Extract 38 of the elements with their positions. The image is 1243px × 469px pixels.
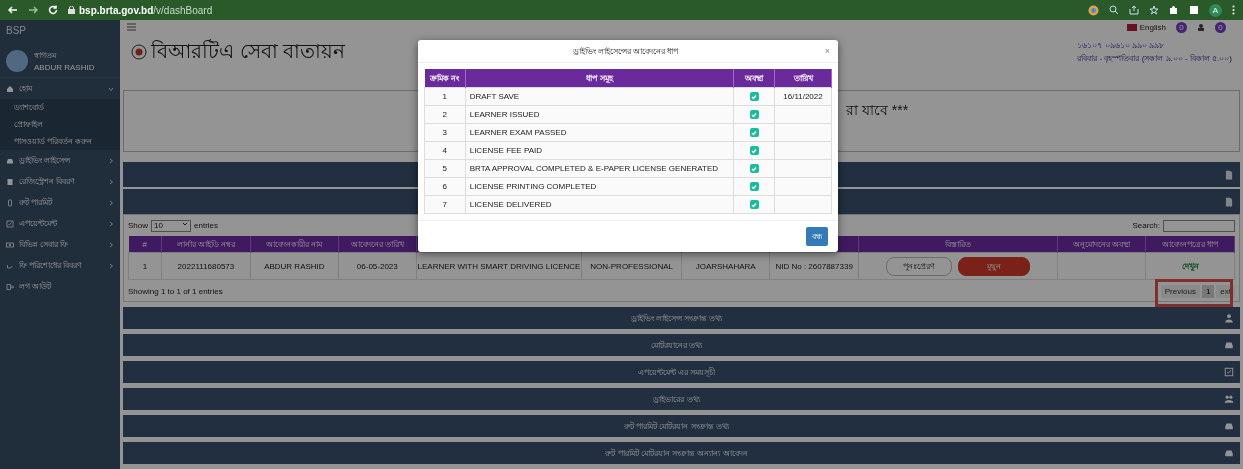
step-number: 7 [442, 200, 448, 209]
entries-info: Showing 1 to 1 of 1 entries [128, 287, 223, 296]
office-hours: রবিবার - বৃহস্পতিবার (সকাল ৯.০০ - বিকাল ৫.০০) [1077, 53, 1232, 65]
table-cell: JOARSHAHARA [695, 261, 756, 271]
step-name: LICENSE PRINTING COMPLETED [469, 182, 597, 191]
step-name: LICENSE FEE PAID [469, 146, 542, 155]
step-name: LEARNER ISSUED [469, 110, 540, 119]
step-date: 16/11/2022 [783, 92, 823, 101]
table-cell: 1 [142, 261, 148, 271]
table-cell: NON-PROFESSIONAL [590, 261, 674, 271]
step-number: 5 [442, 164, 448, 173]
column-header: অবস্থা [733, 69, 775, 88]
step-name: DRAFT SAVE [469, 92, 520, 101]
step-number: 1 [442, 92, 448, 101]
show-label: Show [128, 221, 148, 230]
step-name: LEARNER EXAM PASSED [469, 128, 567, 137]
table-cell: 06-05-2023 [356, 261, 398, 271]
step-number: 2 [442, 110, 448, 119]
hotline-number: ১৬১০৭ ০৯৬১০ ৯৯০ ৯৯৮ [1077, 40, 1164, 52]
dialog-title: ড্রাইভিং লাইসেন্সের আবেদনের ধাপ [571, 45, 680, 58]
table-cell: NID No : 2607887339 [775, 261, 853, 271]
column-header: তারিখ [774, 69, 832, 88]
column-header: ক্রমিক নং [424, 69, 466, 88]
step-number: 6 [442, 182, 448, 191]
table-cell: LEARNER WITH SMART DRIVING LICENCE [417, 261, 581, 271]
user-name: ABDUR RASHID [34, 63, 95, 72]
greeting-text: স্বাগতম [34, 50, 57, 62]
entries-label: entries [194, 221, 219, 230]
search-label: Search: [1132, 221, 1160, 230]
step-number: 3 [442, 128, 448, 137]
table-cell: 2022111680573 [177, 261, 235, 271]
step-number: 4 [442, 146, 448, 155]
table-cell: ABDUR RASHID [264, 261, 325, 271]
column-header: ধাপ সমূহ [465, 69, 734, 88]
step-name: BRTA APPROVAL COMPLETED & E-PAPER LICENSE GENERATED [469, 164, 719, 173]
site-title: বিআরটিএ সেবা বাতায়ন [151, 38, 346, 64]
brand-label: BSP [5, 24, 27, 38]
step-name: LICENSE DELIVERED [469, 200, 552, 209]
